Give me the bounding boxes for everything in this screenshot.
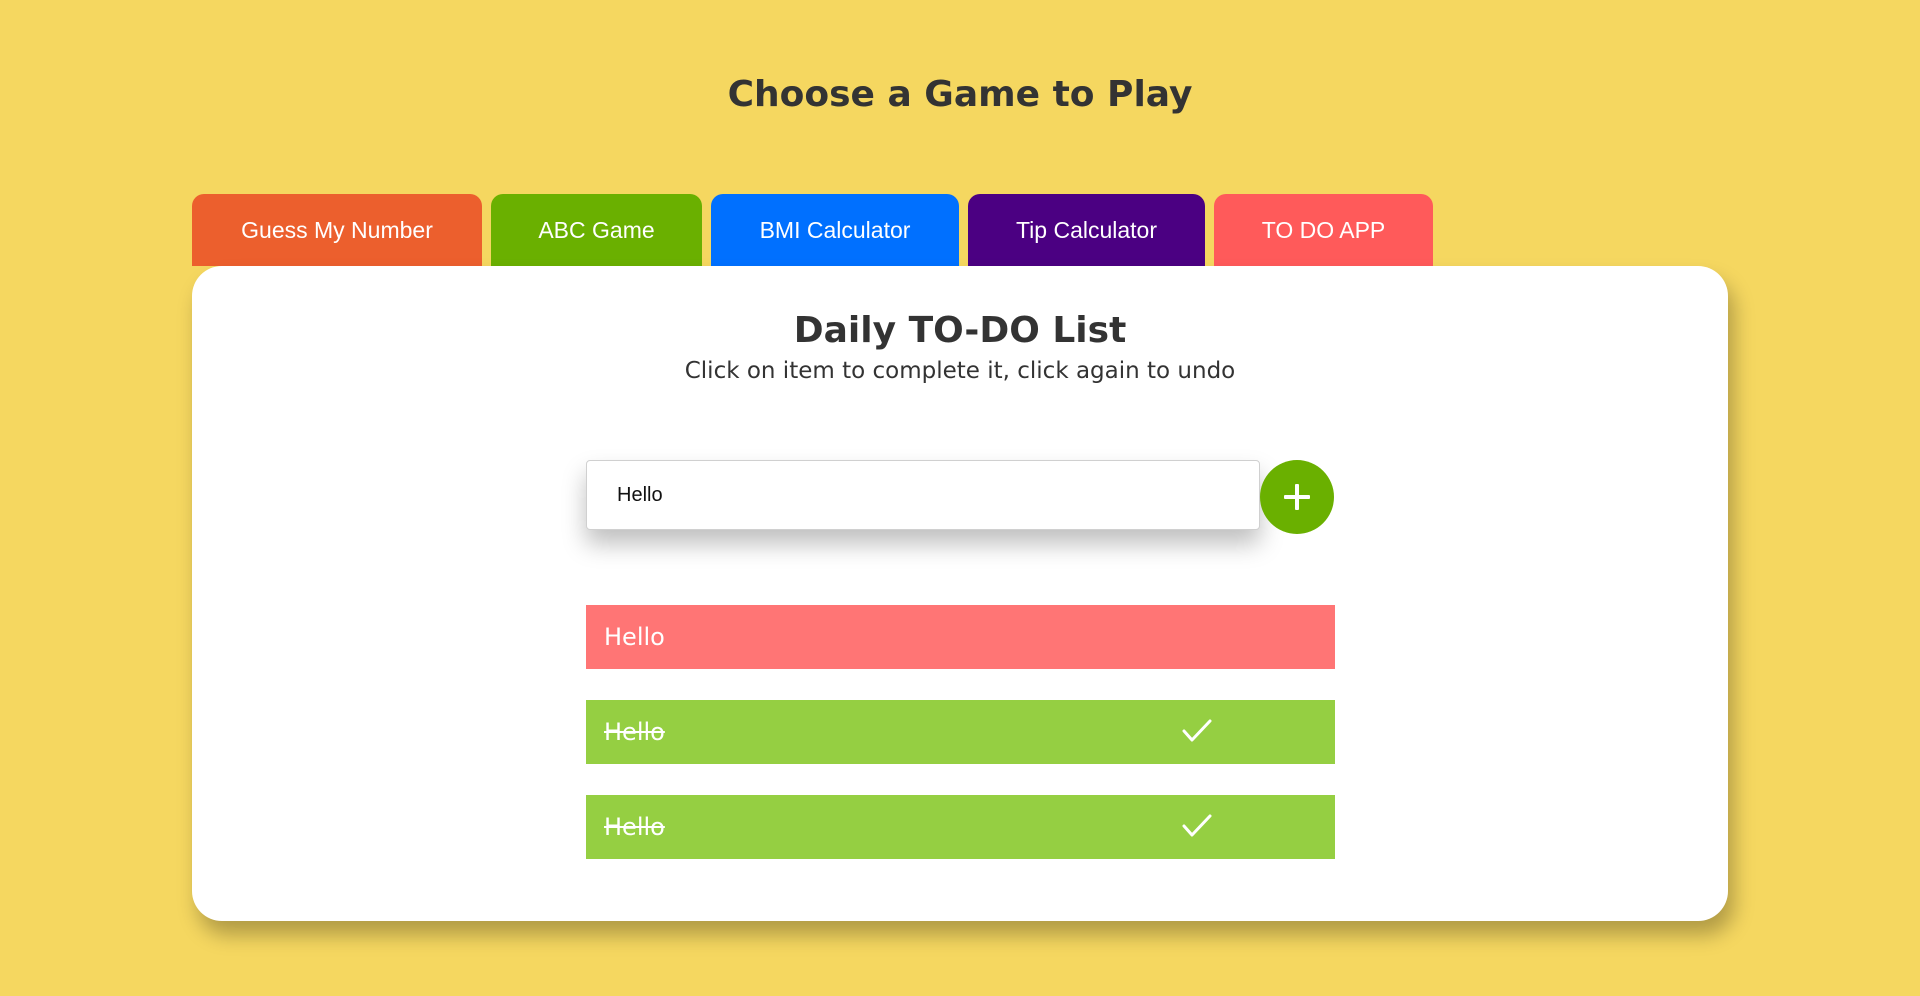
tab-tip-calculator[interactable]: Tip Calculator [968, 194, 1205, 266]
todo-item-text: Hello [604, 813, 665, 841]
page-title: Choose a Game to Play [727, 74, 1193, 115]
todo-card: Daily TO-DO List Click on item to comple… [192, 266, 1728, 921]
check-icon [1182, 814, 1212, 837]
todo-list: Hello Hello Hello [586, 605, 1335, 890]
todo-item[interactable]: Hello [586, 700, 1335, 764]
todo-item[interactable]: Hello [586, 795, 1335, 859]
todo-subtitle: Click on item to complete it, click agai… [684, 358, 1236, 384]
tab-bmi-calculator[interactable]: BMI Calculator [711, 194, 959, 266]
game-tabs: Guess My Number ABC Game BMI Calculator … [192, 194, 1433, 266]
add-todo-button[interactable] [1260, 460, 1334, 534]
todo-item-text: Hello [604, 623, 665, 651]
tab-guess-my-number[interactable]: Guess My Number [192, 194, 482, 266]
todo-item-text: Hello [604, 718, 665, 746]
tab-to-do-app[interactable]: TO DO APP [1214, 194, 1433, 266]
tab-abc-game[interactable]: ABC Game [491, 194, 702, 266]
todo-input[interactable] [586, 460, 1260, 530]
check-icon [1182, 719, 1212, 742]
todo-item[interactable]: Hello [586, 605, 1335, 669]
plus-icon [1284, 484, 1310, 510]
todo-title: Daily TO-DO List [793, 310, 1127, 351]
